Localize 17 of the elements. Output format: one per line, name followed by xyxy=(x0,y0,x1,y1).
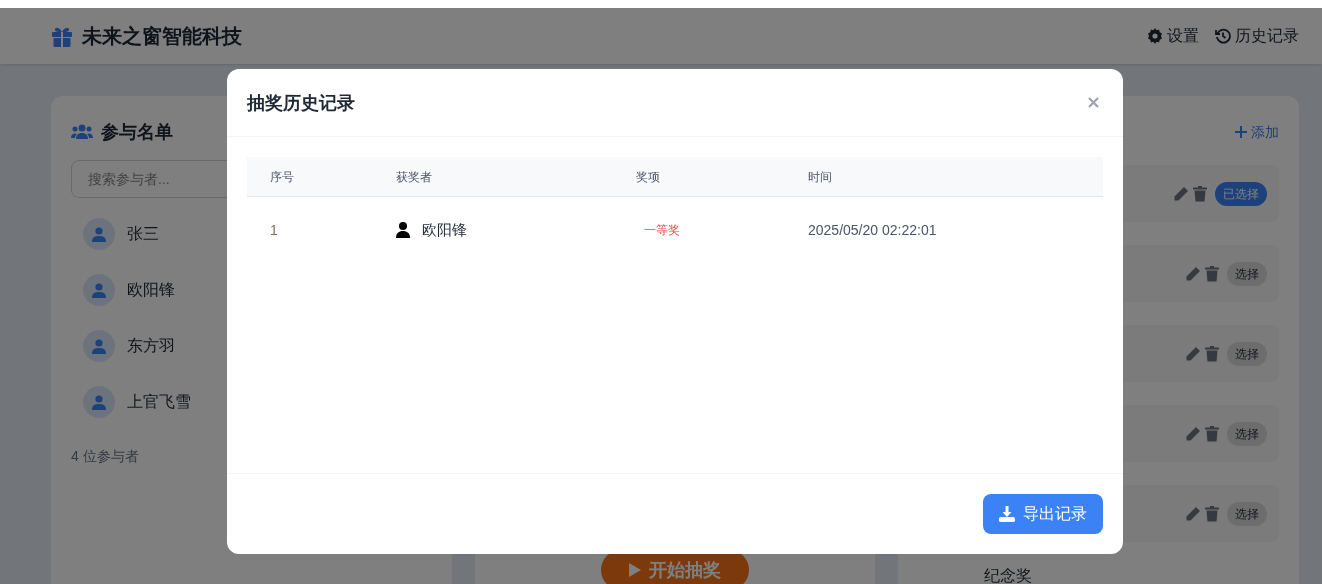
participant-name: 上官飞雪 xyxy=(127,392,191,412)
dialog-title: 抽奖历史记录 xyxy=(247,91,355,115)
table-cell-text: 1 xyxy=(270,221,279,240)
table-cell-text: 欧阳锋 xyxy=(422,219,467,240)
column-header: 获奖者 xyxy=(396,168,433,185)
column-header: 奖项 xyxy=(636,168,661,185)
participant-name: 张三 xyxy=(127,224,159,244)
table-cell-text: 2025/05/20 02:22:01 xyxy=(808,221,938,240)
column-header: 序号 xyxy=(270,168,295,185)
panel-title: 参与名单 xyxy=(101,121,173,144)
participant-name: 欧阳锋 xyxy=(127,280,175,300)
app-title: 未来之窗智能科技 xyxy=(82,24,242,49)
table-cell-text: 一等奖 xyxy=(643,222,681,238)
column-header: 时间 xyxy=(808,168,833,185)
participant-count: 4 位参与者 xyxy=(71,447,140,466)
prize-name: 纪念奖 xyxy=(983,568,1034,584)
participant-name: 东方羽 xyxy=(127,336,175,356)
